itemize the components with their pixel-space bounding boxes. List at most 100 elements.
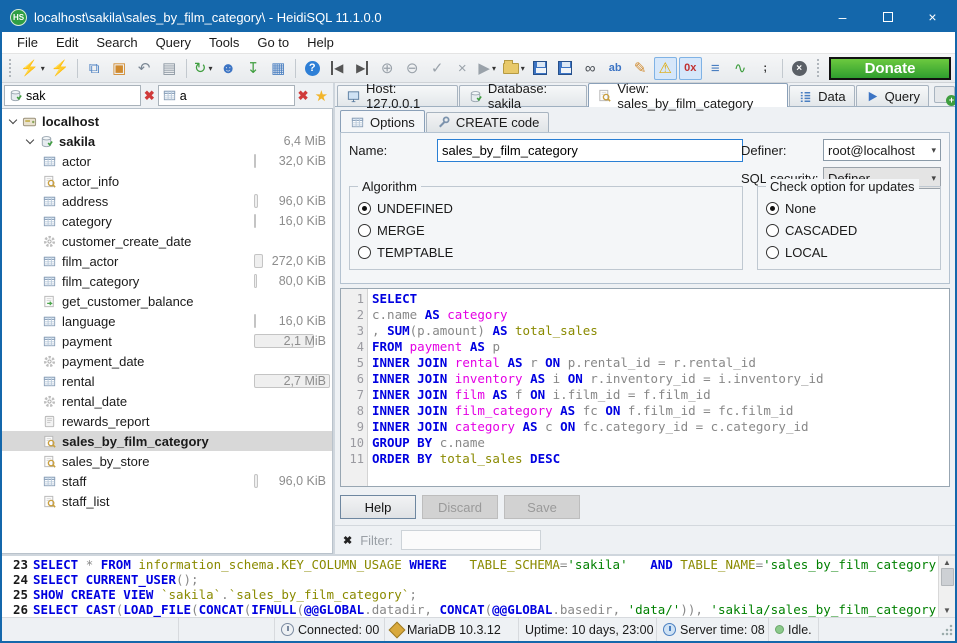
tree-item-actor_info[interactable]: actor_info bbox=[2, 171, 332, 191]
open-session-button[interactable]: ⚡▾ bbox=[18, 57, 47, 80]
format-code-button[interactable]: ✎ bbox=[629, 57, 652, 80]
minimize-button[interactable]: – bbox=[820, 2, 865, 32]
subtab-options[interactable]: Options bbox=[340, 110, 425, 133]
subtab-create-code[interactable]: CREATE code bbox=[426, 112, 550, 132]
tree-item-rental_date[interactable]: rental_date bbox=[2, 391, 332, 411]
tree-item-get_customer_balance[interactable]: get_customer_balance bbox=[2, 291, 332, 311]
radio-circle-icon[interactable] bbox=[358, 246, 371, 259]
favorites-star-icon[interactable]: ★ bbox=[312, 87, 331, 105]
radio-undefined[interactable]: UNDEFINED bbox=[358, 197, 734, 219]
print-button[interactable]: ▤ bbox=[158, 57, 181, 80]
expand-chevron-icon[interactable] bbox=[25, 136, 35, 146]
find-text-button[interactable]: ∞ bbox=[579, 57, 602, 80]
hex-view-button[interactable]: 0x bbox=[679, 57, 702, 80]
load-sql-file-button[interactable]: ▾ bbox=[501, 57, 527, 80]
close-filter-icon[interactable]: ✖ bbox=[343, 534, 352, 547]
scrollbar-thumb[interactable] bbox=[941, 568, 954, 586]
menu-go-to[interactable]: Go to bbox=[248, 35, 298, 50]
tree-item-film_actor[interactable]: film_actor272,0 KiB bbox=[2, 251, 332, 271]
replace-text-button[interactable]: ab bbox=[604, 57, 627, 80]
menu-file[interactable]: File bbox=[8, 35, 47, 50]
definer-select[interactable]: root@localhost ▾ bbox=[823, 139, 941, 161]
stop-button[interactable]: × bbox=[788, 57, 811, 80]
scroll-down-icon[interactable]: ▼ bbox=[943, 606, 951, 615]
bind-params-button[interactable]: ∿ bbox=[729, 57, 752, 80]
radio-cascaded[interactable]: CASCADED bbox=[766, 219, 932, 241]
expand-chevron-icon[interactable] bbox=[8, 116, 18, 126]
menu-tools[interactable]: Tools bbox=[200, 35, 248, 50]
semicolon-button[interactable]: ; bbox=[754, 57, 777, 80]
help-button[interactable]: Help bbox=[340, 495, 416, 519]
export-database-button[interactable]: ↧ bbox=[242, 57, 265, 80]
tree-item-actor[interactable]: actor32,0 KiB bbox=[2, 151, 332, 171]
clear-table-filter-icon[interactable]: ✖ bbox=[296, 88, 311, 104]
tree-item-sakila[interactable]: sakila6,4 MiB bbox=[2, 131, 332, 151]
database-filter[interactable] bbox=[4, 85, 141, 106]
discard-button[interactable]: Discard bbox=[422, 495, 498, 519]
view-name-input[interactable] bbox=[437, 139, 743, 162]
tab-query[interactable]: Query bbox=[856, 85, 929, 106]
tree-item-language[interactable]: language16,0 KiB bbox=[2, 311, 332, 331]
clear-database-filter-icon[interactable]: ✖ bbox=[142, 88, 157, 104]
table-filter[interactable] bbox=[158, 85, 295, 106]
undo-button[interactable]: ↶ bbox=[133, 57, 156, 80]
scroll-up-icon[interactable]: ▲ bbox=[943, 558, 951, 567]
tab-view-sales-by-film-category[interactable]: View: sales_by_film_category bbox=[588, 83, 788, 107]
tree-item-staff[interactable]: staff96,0 KiB bbox=[2, 471, 332, 491]
insert-record-button[interactable]: ⊕ bbox=[376, 57, 399, 80]
donate-button[interactable]: Donate bbox=[829, 57, 951, 80]
tree-item-address[interactable]: address96,0 KiB bbox=[2, 191, 332, 211]
radio-circle-icon[interactable] bbox=[766, 202, 779, 215]
radio-circle-icon[interactable] bbox=[358, 202, 371, 215]
copy-button[interactable]: ⧉ bbox=[83, 57, 106, 80]
tree-item-payment_date[interactable]: payment_date bbox=[2, 351, 332, 371]
new-query-tab-button[interactable] bbox=[934, 86, 955, 103]
radio-circle-icon[interactable] bbox=[358, 224, 371, 237]
view-select-editor[interactable]: 1234567891011 SELECTc.name AS category, … bbox=[340, 288, 950, 487]
filter-input[interactable] bbox=[401, 530, 541, 550]
execute-sql-button[interactable]: ▶▾ bbox=[476, 57, 499, 80]
menu-edit[interactable]: Edit bbox=[47, 35, 87, 50]
tree-item-rewards_report[interactable]: rewards_report bbox=[2, 411, 332, 431]
dropdown-arrow-icon[interactable]: ▾ bbox=[41, 64, 45, 73]
tree-item-localhost[interactable]: localhost bbox=[2, 111, 332, 131]
log-scrollbar[interactable]: ▲ ▼ bbox=[938, 556, 955, 617]
editor-code[interactable]: SELECTc.name AS category, SUM(p.amount) … bbox=[368, 289, 949, 486]
tab-database-sakila[interactable]: Database: sakila bbox=[459, 85, 587, 106]
help-button[interactable]: ? bbox=[301, 57, 324, 80]
tree-item-payment[interactable]: payment2,1 MiB bbox=[2, 331, 332, 351]
save-sql-button[interactable] bbox=[529, 57, 552, 80]
data-sync-button[interactable]: ▦ bbox=[267, 57, 290, 80]
dropdown-arrow-icon[interactable]: ▾ bbox=[492, 64, 496, 73]
discard-changes-button[interactable]: × bbox=[451, 57, 474, 80]
radio-circle-icon[interactable] bbox=[766, 224, 779, 237]
maximize-button[interactable] bbox=[865, 2, 910, 32]
first-record-button[interactable]: ◀ bbox=[326, 57, 349, 80]
tab-data[interactable]: Data bbox=[789, 85, 854, 106]
delete-record-button[interactable]: ⊖ bbox=[401, 57, 424, 80]
last-record-button[interactable]: ▶ bbox=[351, 57, 374, 80]
highlight-syntax-button[interactable]: ⚠ bbox=[654, 57, 677, 80]
dropdown-arrow-icon[interactable]: ▾ bbox=[208, 64, 212, 73]
radio-none[interactable]: None bbox=[766, 197, 932, 219]
table-filter-input[interactable] bbox=[180, 89, 291, 103]
radio-temptable[interactable]: TEMPTABLE bbox=[358, 241, 734, 263]
dropdown-arrow-icon[interactable]: ▾ bbox=[521, 64, 525, 73]
apply-changes-button[interactable]: ✓ bbox=[426, 57, 449, 80]
radio-circle-icon[interactable] bbox=[766, 246, 779, 259]
tree-item-film_category[interactable]: film_category80,0 KiB bbox=[2, 271, 332, 291]
menu-search[interactable]: Search bbox=[87, 35, 146, 50]
resize-grip[interactable] bbox=[941, 624, 953, 636]
refresh-button[interactable]: ↻▾ bbox=[192, 57, 215, 80]
user-manager-button[interactable]: ☻ bbox=[217, 57, 240, 80]
tree-item-sales_by_store[interactable]: sales_by_store bbox=[2, 451, 332, 471]
menu-help[interactable]: Help bbox=[298, 35, 343, 50]
radio-merge[interactable]: MERGE bbox=[358, 219, 734, 241]
disconnect-button[interactable]: ⚡ bbox=[49, 57, 72, 80]
tree-item-rental[interactable]: rental2,7 MiB bbox=[2, 371, 332, 391]
tree-item-customer_create_date[interactable]: customer_create_date bbox=[2, 231, 332, 251]
tree-item-category[interactable]: category16,0 KiB bbox=[2, 211, 332, 231]
close-button[interactable]: × bbox=[910, 2, 955, 32]
tree-item-sales_by_film_category[interactable]: sales_by_film_category bbox=[2, 431, 332, 451]
menu-query[interactable]: Query bbox=[147, 35, 200, 50]
